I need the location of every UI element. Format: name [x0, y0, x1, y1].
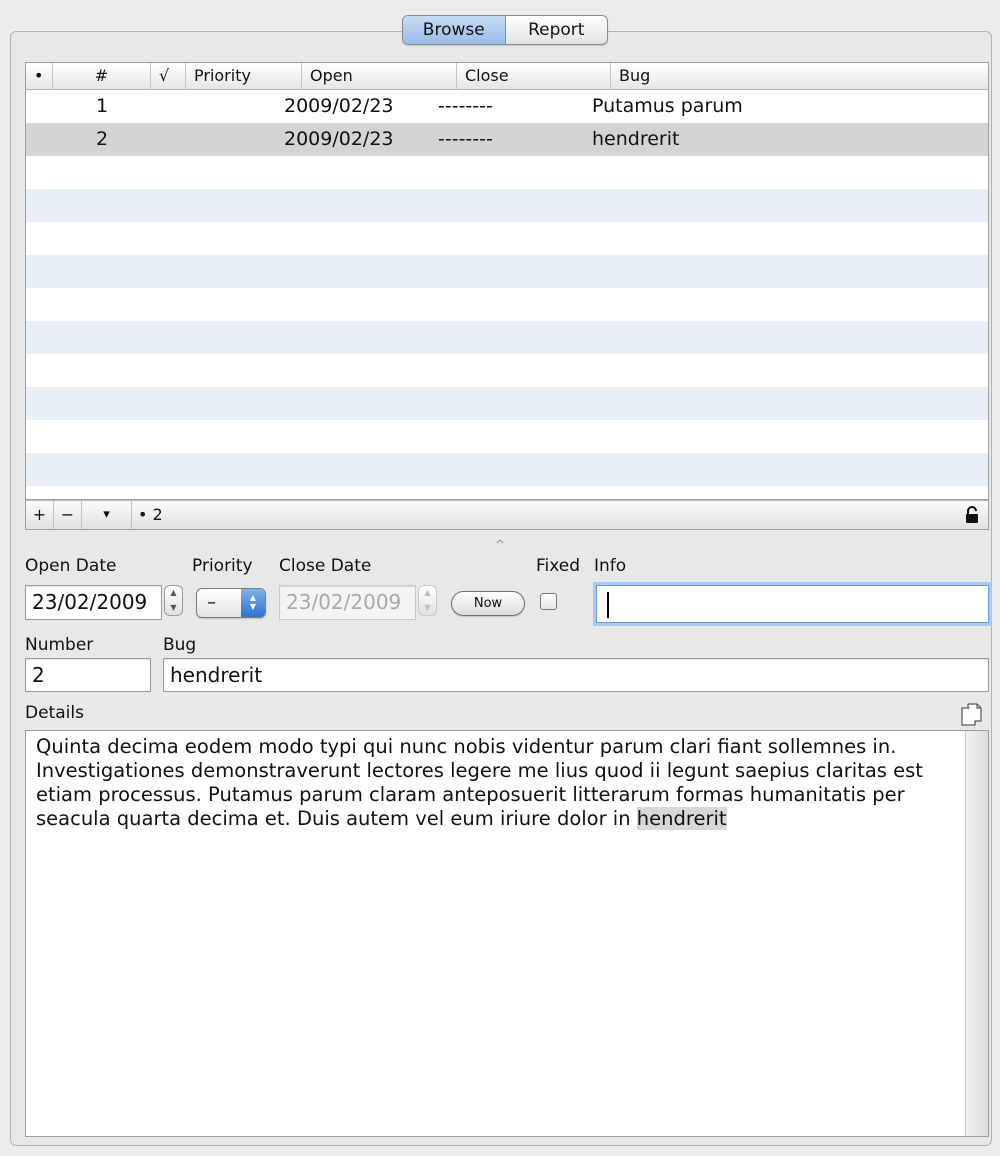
view-segmented-control[interactable]: Browse Report: [402, 15, 608, 45]
empty-row: [26, 189, 988, 222]
empty-row: [26, 387, 988, 420]
column-header-dot[interactable]: •: [26, 63, 53, 89]
cell-bug: hendrerit: [592, 128, 680, 150]
table-header: • # √ Priority Open Close Bug: [26, 63, 988, 90]
text-cursor: [607, 592, 609, 618]
table-row[interactable]: 2 2009/02/23 -------- hendrerit: [26, 123, 988, 156]
number-label: Number: [25, 635, 94, 655]
popup-arrows-icon: ▲ ▼: [241, 589, 265, 617]
info-label: Info: [594, 556, 627, 576]
stepper-down-icon[interactable]: ▼: [165, 601, 182, 616]
cell-open: 2009/02/23: [284, 95, 394, 117]
cell-close: --------: [438, 95, 493, 117]
segment-browse[interactable]: Browse: [403, 16, 506, 44]
open-date-label: Open Date: [25, 556, 117, 576]
cell-bug: Putamus parum: [592, 95, 743, 117]
action-menu-button[interactable]: ▾: [82, 501, 132, 529]
number-field[interactable]: 2: [25, 658, 151, 692]
stepper-up-icon[interactable]: ▲: [419, 586, 436, 601]
details-text: Quinta decima eodem modo typi qui nunc n…: [36, 735, 923, 830]
stepper-down-icon[interactable]: ▼: [419, 601, 436, 616]
details-scrollbar[interactable]: [965, 731, 988, 1136]
stepper-up-icon[interactable]: ▲: [165, 586, 182, 601]
bug-field[interactable]: hendrerit: [163, 658, 989, 692]
cell-close: --------: [438, 128, 493, 150]
empty-row: [26, 255, 988, 288]
bug-table[interactable]: • # √ Priority Open Close Bug 1 2009/02/…: [25, 62, 989, 500]
now-button[interactable]: Now: [451, 591, 525, 616]
lock-icon[interactable]: [962, 505, 982, 525]
remove-row-button[interactable]: −: [54, 501, 82, 529]
priority-popup[interactable]: – ▲ ▼: [196, 588, 266, 618]
open-date-stepper[interactable]: ▲ ▼: [164, 585, 183, 616]
column-header-close[interactable]: Close: [457, 63, 611, 89]
column-header-open[interactable]: Open: [302, 63, 457, 89]
bug-label: Bug: [163, 635, 197, 655]
open-date-field[interactable]: 23/02/2009: [25, 585, 162, 620]
cell-number: 1: [95, 95, 109, 117]
details-label: Details: [25, 703, 84, 723]
empty-row: [26, 321, 988, 354]
details-highlight: hendrerit: [636, 807, 727, 830]
cell-open: 2009/02/23: [284, 128, 394, 150]
empty-row: [26, 453, 988, 486]
close-date-stepper[interactable]: ▲ ▼: [418, 585, 437, 616]
close-date-label: Close Date: [279, 556, 372, 576]
record-count: • 2: [138, 505, 163, 524]
details-text-area[interactable]: Quinta decima eodem modo typi qui nunc n…: [25, 730, 989, 1137]
info-field[interactable]: [596, 585, 989, 623]
table-row[interactable]: 1 2009/02/23 -------- Putamus parum: [26, 90, 988, 123]
table-footer: + − ▾ • 2: [25, 500, 989, 530]
fixed-checkbox[interactable]: [540, 593, 557, 610]
copy-icon[interactable]: [960, 702, 984, 728]
priority-label: Priority: [192, 556, 253, 576]
column-header-number[interactable]: #: [53, 63, 151, 89]
close-date-field[interactable]: 23/02/2009: [279, 585, 416, 620]
priority-value: –: [207, 592, 216, 613]
cell-number: 2: [95, 128, 109, 150]
splitter-grip-icon[interactable]: [493, 531, 507, 544]
add-row-button[interactable]: +: [26, 501, 54, 529]
segment-report[interactable]: Report: [506, 16, 608, 44]
column-header-priority[interactable]: Priority: [186, 63, 302, 89]
column-header-bug[interactable]: Bug: [611, 63, 988, 89]
fixed-label: Fixed: [536, 556, 581, 576]
column-header-fixed[interactable]: √: [151, 63, 186, 89]
